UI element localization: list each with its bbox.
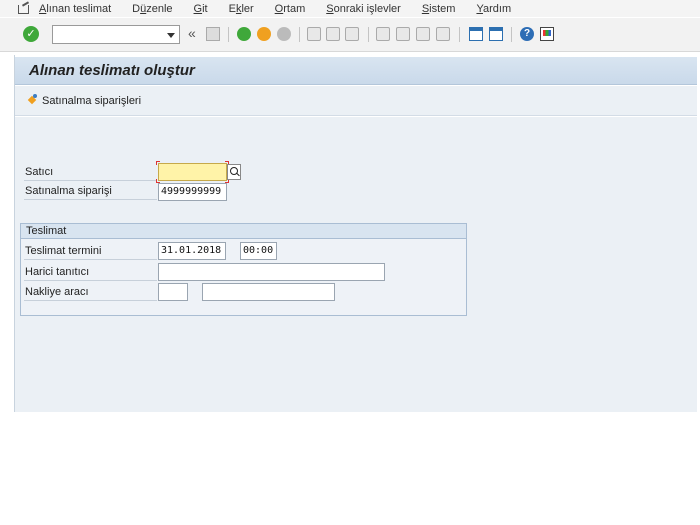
toolbar-separator [299, 27, 300, 42]
vendor-label: Satıcı [24, 165, 157, 181]
create-shortcut-icon[interactable] [489, 27, 503, 41]
back-icon[interactable] [237, 27, 251, 41]
application-toolbar: Satınalma siparişleri [15, 86, 697, 116]
menu-duzenle[interactable]: Düzenle [132, 3, 172, 15]
transport-vehicle-label: Nakliye aracı [24, 285, 157, 301]
first-page-icon[interactable] [376, 27, 390, 41]
save-icon[interactable] [206, 27, 220, 41]
external-id-label: Harici tanıtıcı [24, 265, 157, 281]
menu-sonraki-islevler[interactable]: Sonraki işlevler [326, 3, 401, 15]
toolbar-separator [511, 27, 512, 42]
toolbar-separator [459, 27, 460, 42]
transport-vehicle-id-input[interactable] [202, 283, 335, 301]
title-bar: Alınan teslimatı oluştur [15, 57, 697, 85]
delivery-group-title: Teslimat [21, 224, 466, 239]
transport-vehicle-type-input[interactable] [158, 283, 188, 301]
menu-yardim[interactable]: Yardım [476, 3, 511, 15]
purchase-orders-label: Satınalma siparişleri [42, 94, 142, 107]
exit-icon[interactable] [257, 27, 271, 41]
toolbar-separator [368, 27, 369, 42]
purchase-orders-icon [26, 94, 39, 107]
menu-alinan-teslimat[interactable]: Alınan teslimat [39, 3, 111, 15]
toolbar-separator [228, 27, 229, 42]
purchase-orders-button[interactable]: Satınalma siparişleri [26, 94, 141, 107]
collapse-command-icon[interactable]: « [188, 26, 196, 40]
chevron-down-icon[interactable] [167, 33, 175, 38]
find-next-icon[interactable] [345, 27, 359, 41]
new-session-icon[interactable] [469, 27, 483, 41]
system-menu-icon[interactable] [17, 3, 31, 14]
external-id-input[interactable] [158, 263, 385, 281]
delivery-time-input[interactable]: 00:00 [240, 242, 277, 260]
command-field[interactable] [52, 25, 180, 44]
menu-sistem[interactable]: Sistem [422, 3, 456, 15]
required-marker [156, 161, 160, 165]
find-icon[interactable] [326, 27, 340, 41]
next-page-icon[interactable] [416, 27, 430, 41]
help-icon[interactable]: ? [520, 27, 534, 41]
print-icon[interactable] [307, 27, 321, 41]
menu-ortam[interactable]: Ortam [275, 3, 306, 15]
search-help-icon[interactable] [227, 164, 241, 180]
previous-page-icon[interactable] [396, 27, 410, 41]
page-title: Alınan teslimatı oluştur [29, 62, 195, 79]
purchase-order-input[interactable]: 4999999999 [158, 183, 227, 201]
delivery-date-label: Teslimat termini [24, 244, 157, 260]
enter-icon[interactable]: ✓ [23, 26, 39, 42]
cancel-icon[interactable] [277, 27, 291, 41]
menu-ekler[interactable]: Ekler [229, 3, 254, 15]
customize-layout-icon[interactable] [540, 27, 554, 41]
vendor-input[interactable] [158, 163, 227, 181]
standard-toolbar: ✓ « ? [0, 18, 700, 52]
delivery-date-input[interactable]: 31.01.2018 [158, 242, 226, 260]
menu-git[interactable]: Git [194, 3, 208, 15]
menu-bar: Alınan teslimat Düzenle Git Ekler Ortam … [0, 0, 700, 17]
last-page-icon[interactable] [436, 27, 450, 41]
purchase-order-label: Satınalma siparişi [24, 184, 157, 200]
